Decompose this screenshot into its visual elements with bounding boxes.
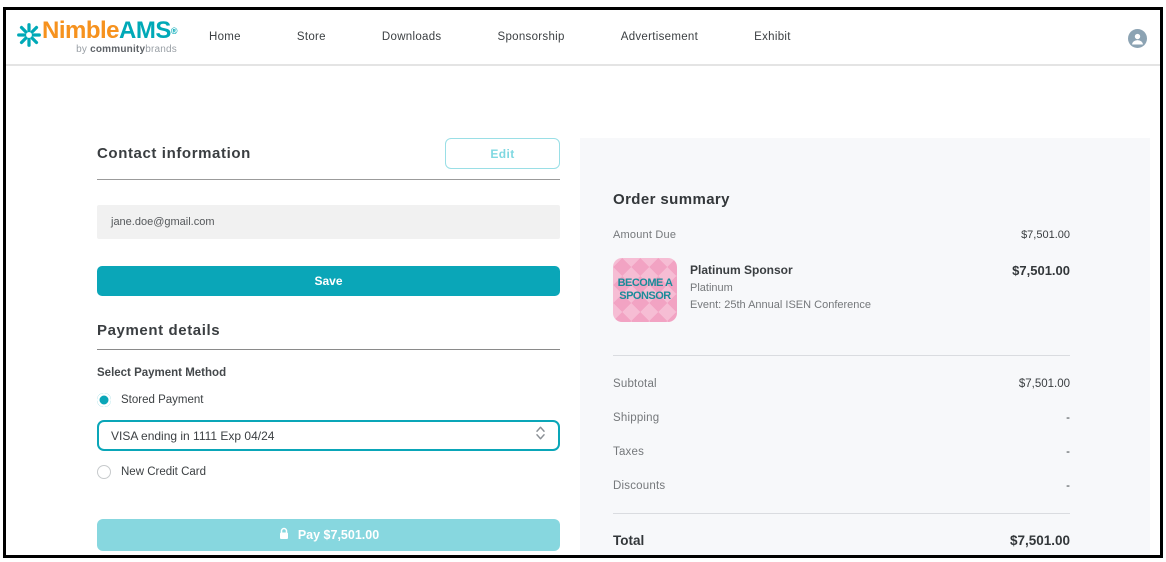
nav-item-exhibit[interactable]: Exhibit [754,31,791,43]
stored-card-value: VISA ending in 1111 Exp 04/24 [111,429,274,443]
pay-button[interactable]: Pay $7,501.00 [97,519,560,551]
save-button[interactable]: Save [97,266,560,296]
order-summary-title: Order summary [613,191,1070,208]
total-label: Total [613,533,644,548]
stored-payment-label: Stored Payment [121,394,203,406]
shipping-label: Shipping [613,412,659,424]
new-credit-card-option[interactable]: New Credit Card [97,465,560,479]
order-item-info: Platinum Sponsor Platinum Event: 25th An… [690,258,1012,322]
nimble-asterisk-icon [16,22,42,53]
discounts-value: - [1066,480,1070,492]
stored-payment-radio[interactable] [97,393,111,407]
top-navigation-bar: NimbleAMS® by communitybrands Home Store… [6,10,1160,66]
main-nav: Home Store Downloads Sponsorship Adverti… [209,31,791,43]
taxes-row: Taxes - [613,446,1070,458]
amount-due-value: $7,501.00 [1021,229,1070,241]
pay-button-label: Pay $7,501.00 [298,528,379,542]
order-item-event: Event: 25th Annual ISEN Conference [690,299,1012,311]
order-item-name: Platinum Sponsor [690,263,1012,277]
contact-information-title: Contact information [97,145,251,162]
select-chevrons-icon [535,425,546,446]
order-item-variant: Platinum [690,282,1012,294]
subtotal-value: $7,501.00 [1019,378,1070,390]
contact-information-header: Contact information Edit [97,138,560,169]
nimbleams-logo[interactable]: NimbleAMS® by communitybrands [16,19,177,55]
subtotal-row: Subtotal $7,501.00 [613,378,1070,390]
app-window: NimbleAMS® by communitybrands Home Store… [3,7,1163,558]
payment-details-title: Payment details [97,322,560,350]
user-avatar-icon[interactable] [1128,29,1147,48]
shipping-value: - [1066,412,1070,424]
order-item-row: BECOME A SPONSOR Platinum Sponsor Platin… [613,258,1070,322]
logo-brand-text: NimbleAMS® [42,19,177,43]
taxes-value: - [1066,446,1070,458]
subtotal-label: Subtotal [613,378,657,390]
total-row: Total $7,501.00 [613,533,1070,548]
sponsor-product-image: BECOME A SPONSOR [613,258,677,322]
edit-contact-button[interactable]: Edit [445,138,560,169]
nav-item-downloads[interactable]: Downloads [382,31,442,43]
page-content: Contact information Edit jane.doe@gmail.… [6,68,1160,555]
summary-divider-top [613,355,1070,356]
stored-card-select[interactable]: VISA ending in 1111 Exp 04/24 [97,420,560,451]
email-field[interactable]: jane.doe@gmail.com [97,205,560,239]
amount-due-label: Amount Due [613,229,676,241]
new-credit-card-label: New Credit Card [121,466,206,478]
thumb-text-line1: BECOME A [618,277,673,290]
total-value: $7,501.00 [1010,533,1070,548]
order-item-price: $7,501.00 [1012,258,1070,322]
thumb-text-line2: SPONSOR [619,290,671,303]
lock-icon [278,527,290,543]
nav-item-home[interactable]: Home [209,31,241,43]
nav-item-store[interactable]: Store [297,31,326,43]
nav-item-sponsorship[interactable]: Sponsorship [497,31,564,43]
new-credit-card-radio[interactable] [97,465,111,479]
checkout-column: Contact information Edit jane.doe@gmail.… [97,68,560,551]
nav-item-advertisement[interactable]: Advertisement [621,31,698,43]
taxes-label: Taxes [613,446,644,458]
amount-due-row: Amount Due $7,501.00 [613,229,1070,241]
logo-text: NimbleAMS® by communitybrands [42,19,177,55]
stored-payment-option[interactable]: Stored Payment [97,393,560,407]
logo-byline: by communitybrands [76,44,177,55]
contact-divider [97,179,560,180]
order-summary-panel: Order summary Amount Due $7,501.00 BECOM… [580,138,1150,555]
summary-divider-bottom [613,513,1070,514]
discounts-row: Discounts - [613,480,1070,492]
discounts-label: Discounts [613,480,665,492]
select-payment-method-label: Select Payment Method [97,367,560,379]
shipping-row: Shipping - [613,412,1070,424]
